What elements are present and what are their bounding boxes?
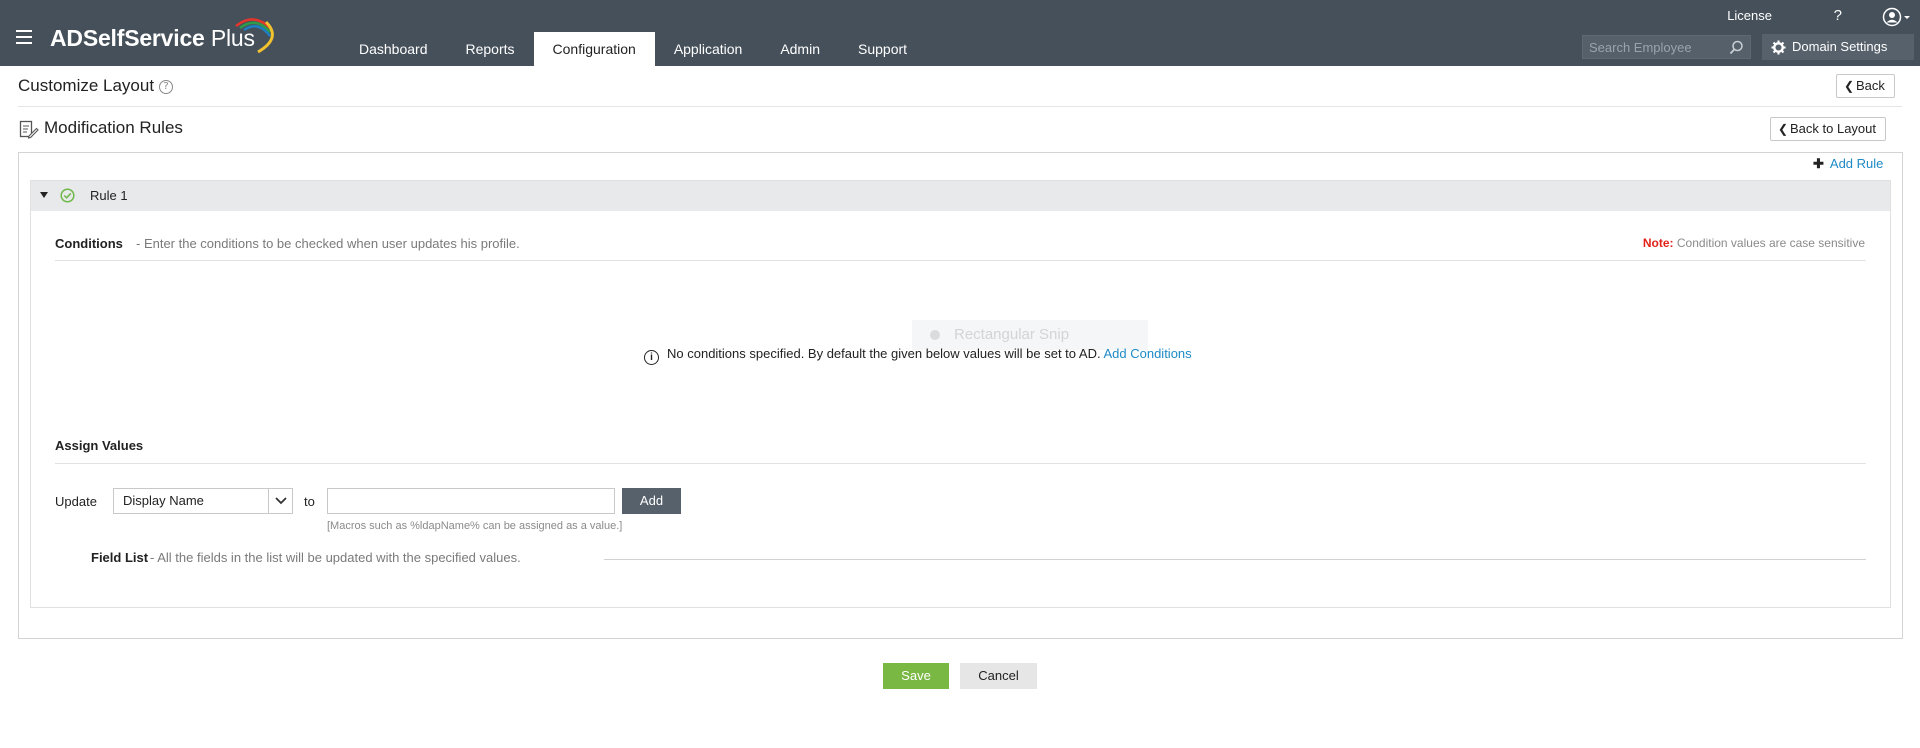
add-rule-link[interactable]: ✚ Add Rule (1813, 156, 1883, 172)
case-sensitivity-note: Note: Condition values are case sensitiv… (1643, 236, 1865, 250)
rule-label: Rule 1 (90, 188, 128, 203)
tab-application[interactable]: Application (655, 32, 762, 66)
tab-reports[interactable]: Reports (447, 32, 534, 66)
divider (18, 106, 1902, 107)
rule-header[interactable] (31, 181, 1890, 211)
search-employee-input[interactable] (1583, 36, 1723, 58)
save-button[interactable]: Save (883, 663, 949, 689)
tab-support[interactable]: Support (839, 32, 926, 66)
field-list-title: Field List (91, 550, 149, 565)
tab-admin[interactable]: Admin (761, 32, 839, 66)
main-nav: Dashboard Reports Configuration Applicat… (340, 32, 926, 66)
collapse-caret-icon[interactable] (40, 192, 48, 198)
hamburger-menu-icon[interactable] (16, 30, 32, 44)
divider (55, 463, 1866, 464)
select-arrow[interactable] (268, 489, 292, 513)
section-title: Modification Rules (44, 118, 183, 137)
add-conditions-link[interactable]: Add Conditions (1103, 346, 1191, 361)
brand-name: ADSelfService (50, 25, 205, 51)
no-conditions-text: No conditions specified. By default the … (667, 346, 1101, 361)
back-to-layout-label: Back to Layout (1790, 121, 1876, 136)
gear-icon (1771, 40, 1786, 55)
assign-values-title: Assign Values (55, 438, 144, 453)
snip-overlay-text: Rectangular Snip (954, 326, 1070, 343)
add-rule-label: Add Rule (1829, 156, 1884, 171)
license-link[interactable]: License (1727, 8, 1772, 23)
conditions-title: Conditions (55, 236, 123, 251)
note-text: Condition values are case sensitive (1676, 236, 1865, 250)
back-button[interactable]: ❮ Back (1836, 74, 1895, 98)
brand-arc-icon (235, 18, 274, 54)
field-list-description: - All the fields in the list will be upd… (150, 550, 521, 565)
search-icon[interactable] (1729, 40, 1744, 55)
check-circle-icon (60, 188, 75, 203)
update-label: Update (55, 494, 97, 509)
search-box (1582, 35, 1751, 59)
note-label: Note: (1642, 236, 1674, 250)
back-to-layout-button[interactable]: ❮ Back to Layout (1770, 117, 1886, 141)
cancel-button[interactable]: Cancel (960, 663, 1037, 689)
brand-logo[interactable]: ADSelfService Plus (50, 25, 255, 52)
info-icon: i (644, 350, 659, 365)
help-icon[interactable]: ? (159, 80, 173, 94)
divider (55, 260, 1866, 261)
divider (604, 559, 1866, 560)
tab-dashboard[interactable]: Dashboard (340, 32, 447, 66)
attribute-select-value: Display Name (123, 493, 204, 508)
user-menu[interactable] (1882, 7, 1912, 31)
chevron-down-icon (275, 497, 287, 505)
back-label: Back (1856, 78, 1885, 93)
top-navbar: ADSelfService Plus Dashboard Reports Con… (0, 0, 1920, 66)
to-label: to (304, 494, 315, 509)
snip-dot-icon (930, 330, 940, 340)
conditions-description: - Enter the conditions to be checked whe… (136, 236, 520, 251)
plus-icon: ✚ (1813, 156, 1824, 171)
edit-document-icon (19, 120, 39, 139)
tab-configuration[interactable]: Configuration (533, 32, 655, 66)
no-conditions-message: i No conditions specified. By default the… (644, 346, 1192, 365)
domain-settings-button[interactable]: Domain Settings (1762, 34, 1914, 60)
attribute-select[interactable]: Display Name (113, 488, 293, 514)
page-title: Customize Layout (18, 76, 155, 95)
domain-settings-label: Domain Settings (1792, 39, 1888, 54)
user-avatar-icon (1882, 7, 1910, 27)
add-value-button[interactable]: Add (622, 488, 681, 514)
chevron-left-icon: ❮ (1844, 79, 1855, 93)
help-link[interactable]: ? (1834, 7, 1842, 24)
chevron-left-icon: ❮ (1778, 122, 1789, 136)
attribute-value-input[interactable] (327, 488, 615, 514)
macros-hint: [Macros such as %ldapName% can be assign… (327, 520, 623, 532)
